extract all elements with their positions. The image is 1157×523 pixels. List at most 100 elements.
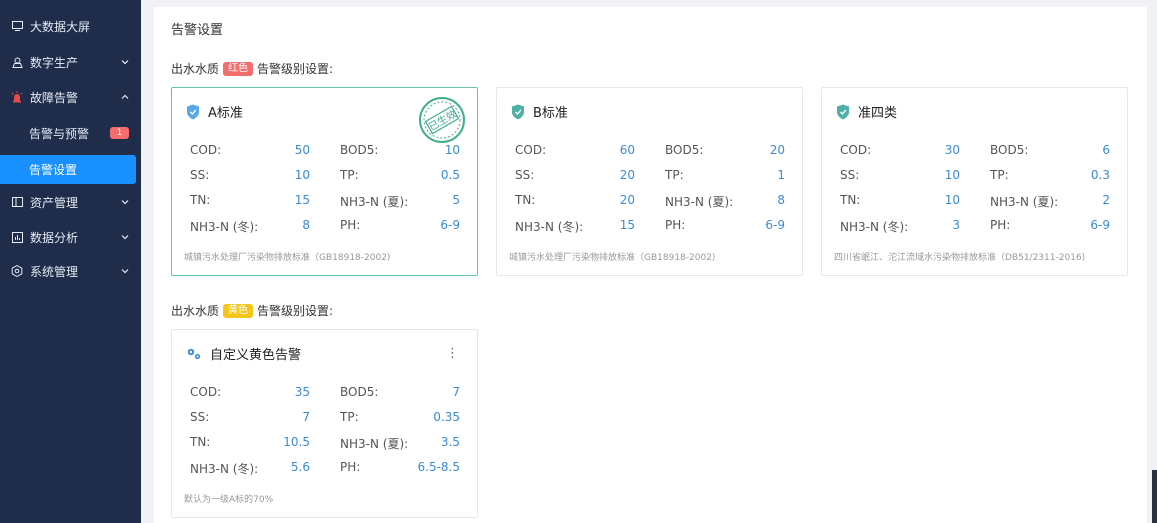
param-label: COD: bbox=[190, 143, 222, 157]
param-label: NH3-N (夏): bbox=[665, 195, 734, 209]
alarm-light-icon bbox=[11, 91, 23, 103]
param-label: NH3-N (冬): bbox=[840, 220, 909, 234]
card-title: A标准 bbox=[208, 106, 243, 121]
effective-stamp: 已生效 bbox=[418, 96, 466, 144]
sidebar-item-assets[interactable]: 资产管理 bbox=[0, 187, 141, 217]
sidebar-item-label: 数字生产 bbox=[30, 55, 79, 70]
chevron-down-icon bbox=[121, 60, 129, 65]
param-label: TN: bbox=[190, 435, 211, 449]
param-label: SS: bbox=[840, 168, 860, 182]
param-value: 15 bbox=[294, 193, 310, 207]
param-value: 8 bbox=[302, 218, 310, 232]
shield-icon bbox=[512, 104, 524, 119]
param-label: COD: bbox=[515, 143, 547, 157]
param-label: NH3-N (冬): bbox=[515, 220, 584, 234]
section-prefix: 出水水质 bbox=[171, 304, 220, 318]
section-prefix: 出水水质 bbox=[171, 62, 220, 76]
param-label: PH: bbox=[665, 218, 686, 232]
param-value: 6 bbox=[1102, 143, 1110, 157]
section-suffix: 告警级别设置: bbox=[257, 62, 334, 76]
sidebar-item-label: 大数据大屏 bbox=[30, 19, 91, 34]
sidebar-item-system[interactable]: 系统管理 bbox=[0, 256, 141, 286]
sidebar-item-label: 数据分析 bbox=[30, 230, 79, 245]
param-value: 6-9 bbox=[765, 218, 785, 232]
param-value: 10 bbox=[944, 193, 960, 207]
sidebar-item-label: 系统管理 bbox=[30, 264, 79, 279]
sidebar-item-label: 告警与预警 bbox=[29, 127, 90, 141]
red-alarm-section-label: 出水水质 红色 告警级别设置: bbox=[171, 60, 333, 77]
param-label: BOD5: bbox=[990, 143, 1029, 157]
sidebar-item-data-analysis[interactable]: 数据分析 bbox=[0, 222, 141, 252]
custom-yellow-alarm-card[interactable]: 自定义黄色告警 ⋮ COD: 35 BOD5: 7 SS: 7 TP: 0.35… bbox=[171, 329, 478, 518]
param-value: 8 bbox=[777, 193, 785, 207]
param-value: 50 bbox=[294, 143, 310, 157]
shield-icon bbox=[187, 104, 199, 119]
param-label: TN: bbox=[515, 193, 536, 207]
param-value: 0.5 bbox=[440, 168, 460, 182]
monitor-icon bbox=[11, 20, 23, 32]
param-label: BOD5: bbox=[340, 385, 379, 399]
param-label: NH3-N (夏): bbox=[340, 437, 409, 451]
param-value: 6-9 bbox=[440, 218, 460, 232]
param-value: 60 bbox=[619, 143, 635, 157]
param-label: SS: bbox=[190, 168, 210, 182]
param-label: TP: bbox=[340, 168, 359, 182]
param-label: TP: bbox=[665, 168, 684, 182]
card-title: B标准 bbox=[533, 106, 568, 121]
sidebar: 大数据大屏 数字生产 故障告警 告警与预警 1 告警设置 资产管理 数据分析 系… bbox=[0, 0, 141, 523]
standard-card-b[interactable]: B标准 COD: 60 BOD5: 20 SS: 20 TP: 1 TN: 20… bbox=[496, 87, 803, 276]
param-value: 7 bbox=[302, 410, 310, 424]
param-label: NH3-N (夏): bbox=[340, 195, 409, 209]
param-value: 3.5 bbox=[440, 435, 460, 449]
chevron-down-icon bbox=[121, 200, 129, 205]
card-title: 准四类 bbox=[858, 106, 898, 121]
standard-note: 四川省岷江、沱江流域水污染物排放标准（DB51/2311-2016) bbox=[834, 253, 1086, 263]
param-label: PH: bbox=[990, 218, 1011, 232]
param-value: 20 bbox=[619, 193, 635, 207]
standard-card-quasi-class-iv[interactable]: 准四类 COD: 30 BOD5: 6 SS: 10 TP: 0.3 TN: 1… bbox=[821, 87, 1128, 276]
sidebar-item-label: 故障告警 bbox=[30, 90, 79, 105]
param-label: NH3-N (冬): bbox=[190, 220, 259, 234]
sidebar-item-dashboard[interactable]: 大数据大屏 bbox=[0, 11, 141, 41]
param-label: NH3-N (冬): bbox=[190, 462, 259, 476]
card-header: A标准 bbox=[186, 102, 243, 121]
param-value: 0.35 bbox=[433, 410, 460, 424]
param-value: 5 bbox=[452, 193, 460, 207]
gear-icon bbox=[11, 265, 23, 277]
param-label: TP: bbox=[340, 410, 359, 424]
param-value: 10 bbox=[294, 168, 310, 182]
sidebar-subitem-alerts-warnings[interactable]: 告警与预警 1 bbox=[0, 119, 136, 148]
param-label: SS: bbox=[190, 410, 210, 424]
more-options-icon[interactable]: ⋮ bbox=[446, 346, 459, 361]
standard-note: 城镇污水处理厂污染物排放标准（GB18918-2002) bbox=[184, 253, 391, 263]
param-value: 10 bbox=[944, 168, 960, 182]
param-label: SS: bbox=[515, 168, 535, 182]
chevron-up-icon bbox=[121, 94, 129, 99]
param-value: 5.6 bbox=[290, 460, 310, 474]
param-value: 10 bbox=[444, 143, 460, 157]
param-value: 20 bbox=[619, 168, 635, 182]
sidebar-subitem-alarm-settings[interactable]: 告警设置 bbox=[0, 155, 136, 184]
card-header: 准四类 bbox=[836, 102, 897, 121]
user-hat-icon bbox=[11, 56, 23, 68]
param-value: 3 bbox=[952, 218, 960, 232]
red-tag: 红色 bbox=[223, 61, 254, 76]
param-value: 1 bbox=[777, 168, 785, 182]
chevron-down-icon bbox=[121, 269, 129, 274]
param-value: 30 bbox=[944, 143, 960, 157]
chart-box-icon bbox=[11, 231, 23, 243]
param-label: NH3-N (夏): bbox=[990, 195, 1059, 209]
param-value: 2 bbox=[1102, 193, 1110, 207]
sidebar-item-production[interactable]: 数字生产 bbox=[0, 47, 141, 77]
scrollbar[interactable] bbox=[1152, 470, 1157, 523]
sidebar-item-fault-alarm[interactable]: 故障告警 bbox=[0, 82, 141, 112]
chevron-down-icon bbox=[121, 235, 129, 240]
standard-card-a[interactable]: A标准 已生效 COD: 50 BOD5: 10 SS: 10 TP: 0.5 … bbox=[171, 87, 478, 276]
standard-note: 城镇污水处理厂污染物排放标准（GB18918-2002) bbox=[509, 253, 716, 263]
param-value: 6.5-8.5 bbox=[417, 460, 461, 474]
param-label: TN: bbox=[840, 193, 861, 207]
param-label: BOD5: bbox=[340, 143, 379, 157]
count-badge: 1 bbox=[110, 127, 129, 139]
param-label: PH: bbox=[340, 460, 361, 474]
card-header: 自定义黄色告警 bbox=[186, 344, 301, 363]
